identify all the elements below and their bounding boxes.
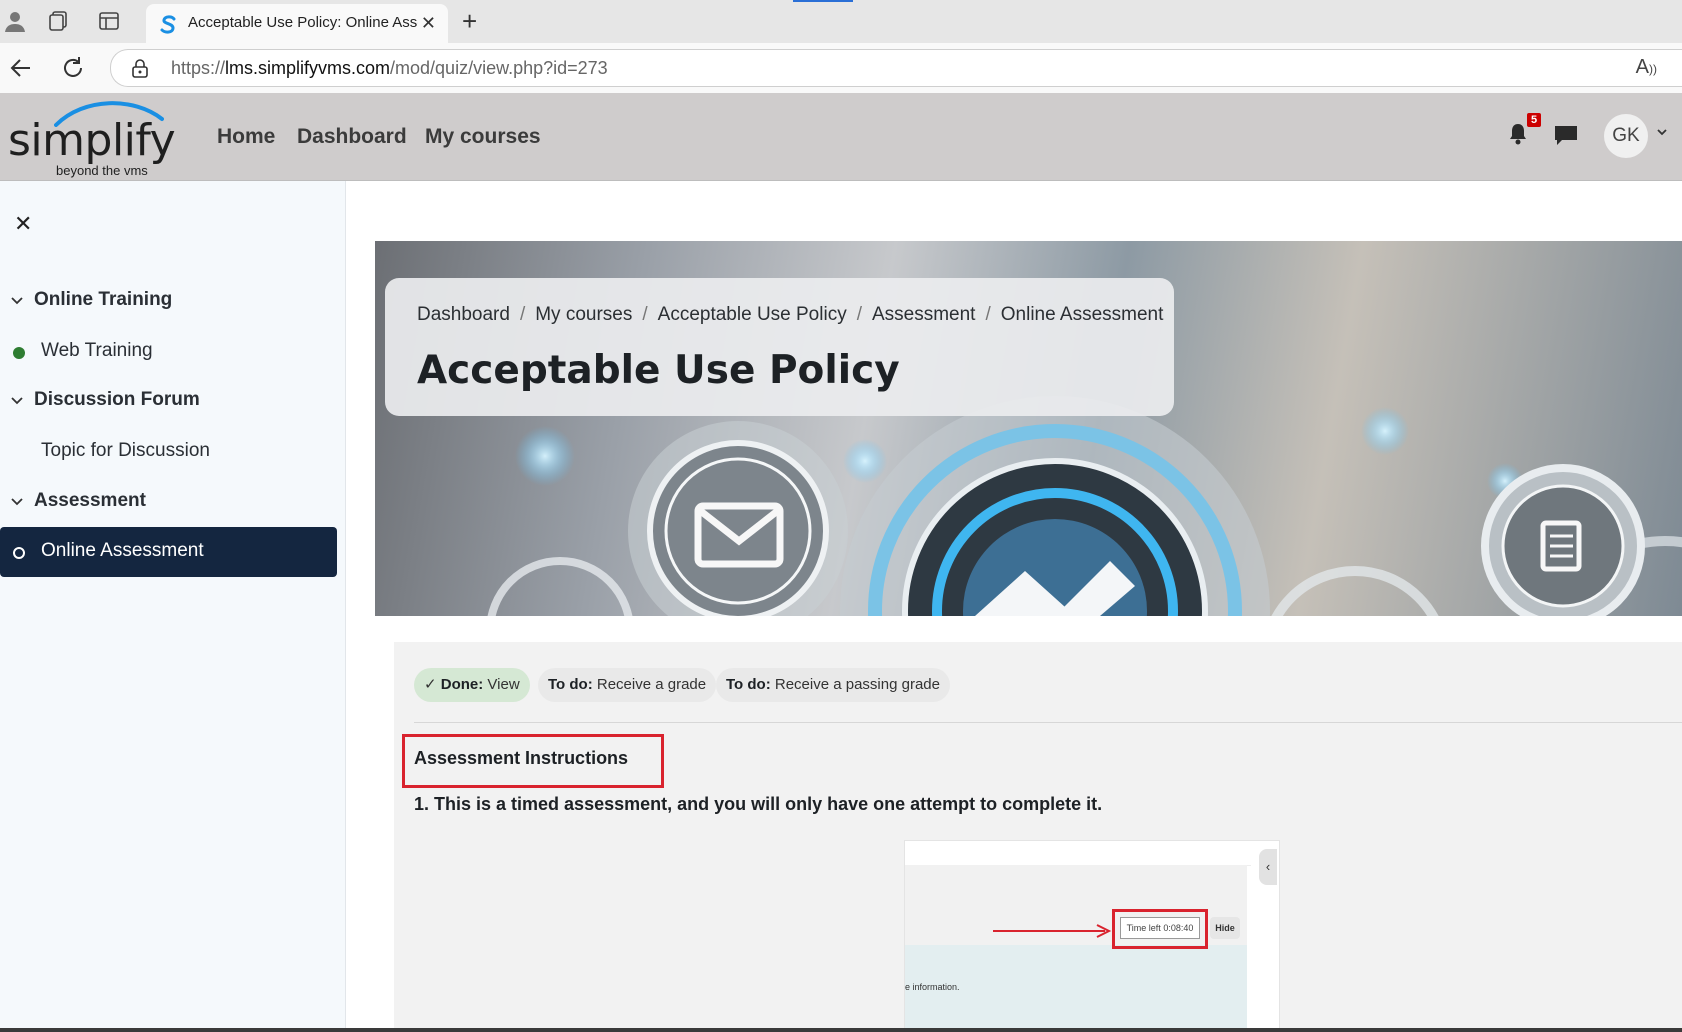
- section-title: Online Training: [34, 289, 173, 310]
- section-online-training[interactable]: Online Training: [10, 289, 172, 311]
- completion-done-view: ✓ Done: View: [414, 668, 530, 702]
- course-item-label: Online Assessment: [41, 540, 204, 561]
- simplify-logo[interactable]: simplify beyond the vms: [8, 101, 178, 179]
- profile-icon[interactable]: [2, 8, 28, 34]
- loading-indicator: [793, 0, 853, 2]
- url-field[interactable]: https://lms.simplifyvms.com/mod/quiz/vie…: [110, 49, 1682, 87]
- time-left-display: Time left 0:08:40: [1120, 917, 1200, 939]
- course-item-web-training[interactable]: Web Training: [0, 327, 337, 377]
- new-tab-icon[interactable]: +: [462, 6, 477, 37]
- tab-actions-icon[interactable]: [96, 8, 122, 34]
- page-title: Acceptable Use Policy: [417, 348, 900, 393]
- messages-icon[interactable]: [1553, 123, 1579, 147]
- completion-todo-grade: To do: Receive a grade: [538, 668, 717, 702]
- completion-todo-passing-grade: To do: Receive a passing grade: [716, 668, 950, 702]
- checkmark-icon: ✓: [424, 676, 437, 693]
- breadcrumb-my-courses[interactable]: My courses: [535, 304, 632, 325]
- close-drawer-icon[interactable]: ✕: [14, 211, 32, 237]
- breadcrumb-online-assessment[interactable]: Online Assessment: [1001, 304, 1164, 325]
- nav-dashboard[interactable]: Dashboard: [297, 125, 407, 149]
- lock-icon[interactable]: [131, 58, 149, 78]
- url-text: https://lms.simplifyvms.com/mod/quiz/vie…: [171, 58, 608, 78]
- notification-count-badge: 5: [1527, 113, 1542, 127]
- screenshot-top-bar: [905, 841, 1251, 866]
- user-avatar[interactable]: GK: [1604, 114, 1648, 158]
- collections-icon[interactable]: [46, 8, 72, 34]
- read-aloud-icon[interactable]: A)): [1636, 56, 1657, 79]
- chevron-left-icon: ‹: [1259, 849, 1277, 885]
- section-title: Discussion Forum: [34, 389, 200, 410]
- section-discussion-forum[interactable]: Discussion Forum: [10, 389, 200, 411]
- user-menu-chevron-down-icon[interactable]: [1656, 126, 1668, 138]
- logo-tagline: beyond the vms: [56, 163, 148, 178]
- hide-timer-button: Hide: [1210, 917, 1240, 939]
- section-title: Assessment: [34, 490, 146, 511]
- page-header-card: Dashboard / My courses / Acceptable Use Poli…: [385, 278, 1174, 416]
- red-arrow-icon: [993, 924, 1112, 938]
- info-text-fragment: e information.: [905, 982, 960, 992]
- chevron-down-icon: [11, 397, 23, 405]
- logo-wordmark: simplify: [8, 115, 176, 166]
- tab-title: Acceptable Use Policy: Online Assessment: [188, 14, 418, 31]
- course-item-topic-for-discussion[interactable]: Topic for Discussion: [0, 427, 337, 477]
- tab-close-icon[interactable]: ✕: [421, 13, 436, 34]
- instruction-point-1: 1. This is a timed assessment, and you w…: [414, 794, 1103, 814]
- divider: [414, 722, 1682, 723]
- breadcrumb: Dashboard / My courses / Acceptable Use Poli…: [417, 304, 1164, 325]
- nav-my-courses[interactable]: My courses: [425, 125, 541, 149]
- nav-home[interactable]: Home: [217, 125, 275, 149]
- instructions-heading: Assessment Instructions: [414, 748, 629, 768]
- completion-complete-icon: [13, 347, 25, 359]
- course-index-drawer: ✕ Online Training Web Training Discussio…: [0, 181, 346, 1032]
- window-bottom-edge: [0, 1028, 1682, 1032]
- breadcrumb-dashboard[interactable]: Dashboard: [417, 304, 510, 325]
- address-bar: https://lms.simplifyvms.com/mod/quiz/vie…: [0, 43, 1682, 94]
- course-item-label: Web Training: [41, 340, 153, 361]
- instruction-screenshot: ‹ Time left 0:08:40 Hide e information.: [904, 840, 1280, 1032]
- course-item-label: Topic for Discussion: [41, 440, 210, 461]
- chevron-down-icon: [11, 297, 23, 305]
- completion-incomplete-icon: [13, 547, 25, 559]
- refresh-icon[interactable]: [60, 55, 86, 81]
- back-arrow-icon[interactable]: [8, 55, 34, 81]
- site-header: simplify beyond the vms Home Dashboard M…: [0, 93, 1682, 181]
- browser-tab-active[interactable]: Acceptable Use Policy: Online Assessment…: [146, 4, 448, 43]
- breadcrumb-assessment[interactable]: Assessment: [872, 304, 975, 325]
- activity-content: ✓ Done: View To do: Receive a grade To d…: [394, 642, 1682, 1032]
- simplify-favicon-icon: [160, 15, 176, 34]
- course-item-online-assessment[interactable]: Online Assessment: [0, 527, 337, 577]
- section-assessment[interactable]: Assessment: [10, 490, 146, 512]
- breadcrumb-acceptable-use-policy[interactable]: Acceptable Use Policy: [658, 304, 847, 325]
- chevron-down-icon: [11, 498, 23, 506]
- browser-tab-bar: Acceptable Use Policy: Online Assessment…: [0, 0, 1682, 43]
